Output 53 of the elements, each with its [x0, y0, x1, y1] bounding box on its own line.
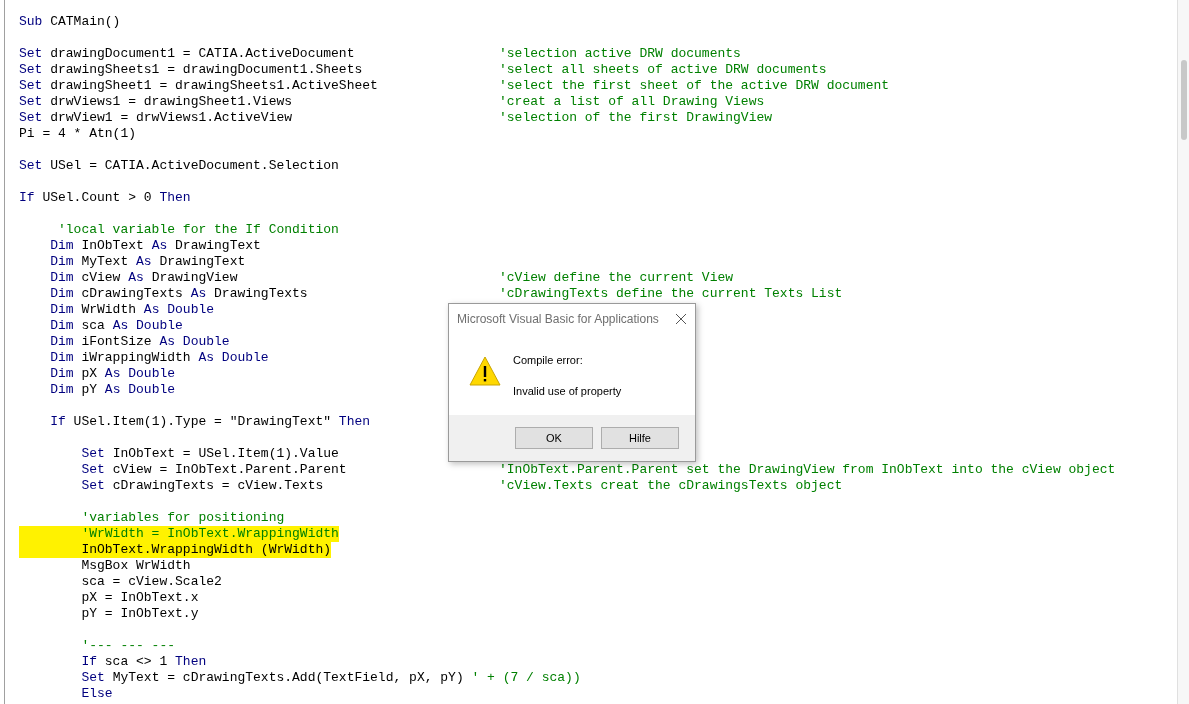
- dialog-button[interactable]: Hilfe: [601, 427, 679, 449]
- code-line: Dim cView As DrawingView: [49, 270, 238, 286]
- code-comment: 'cView define the current View: [499, 270, 734, 286]
- code-line: Dim iFontSize As Double: [49, 334, 230, 350]
- code-line: 'WrWidth = InObText.WrappingWidth: [80, 526, 339, 542]
- code-line: Set MyText = cDrawingTexts.Add(TextField, pX, pY) ' + (7 / sca)): [80, 670, 581, 686]
- code-line: pX = InObText.x: [80, 590, 199, 606]
- code-line: 'local variable for the If Condition: [57, 222, 339, 238]
- code-line: 'variables for positioning: [80, 510, 285, 526]
- code-line: Dim pX As Double: [49, 366, 176, 382]
- code-line: pY = InObText.y: [80, 606, 199, 622]
- code-line: If USel.Count > 0 Then: [19, 190, 191, 206]
- code-line: Set drwViews1 = drawingSheet1.Views: [19, 94, 293, 110]
- scrollbar[interactable]: [1177, 0, 1189, 704]
- code-line: If USel.Item(1).Type = "DrawingText" Then: [49, 414, 371, 430]
- code-line: Dim iWrappingWidth As Double: [49, 350, 269, 366]
- code-line: Dim pY As Double: [49, 382, 176, 398]
- dialog-button[interactable]: OK: [515, 427, 593, 449]
- error-heading: Compile error:: [513, 353, 584, 368]
- code-line: Dim MyText As DrawingText: [49, 254, 246, 270]
- code-line: MsgBox WrWidth: [80, 558, 191, 574]
- code-line: Set InObText = USel.Item(1).Value: [80, 446, 339, 462]
- code-line: Dim WrWidth As Double: [49, 302, 215, 318]
- code-comment: 'selection of the first DrawingView: [499, 110, 773, 126]
- code-line: '--- --- ---: [80, 638, 176, 654]
- code-line: Dim sca As Double: [49, 318, 183, 334]
- code-line: Pi = 4 * Atn(1): [19, 126, 137, 142]
- code-comment: 'creat a list of all Drawing Views: [499, 94, 765, 110]
- dialog-title: Microsoft Visual Basic for Applications: [457, 311, 659, 328]
- code-line: Dim InObText As DrawingText: [49, 238, 261, 254]
- warning-icon: [469, 356, 501, 386]
- code-line: InObText.WrappingWidth (WrWidth): [80, 542, 332, 558]
- code-line: If sca <> 1 Then: [80, 654, 207, 670]
- code-comment: 'selection active DRW documents: [499, 46, 741, 62]
- code-line: Set drwView1 = drwViews1.ActiveView: [19, 110, 293, 126]
- scrollbar-thumb[interactable]: [1181, 60, 1187, 140]
- code-comment: 'select all sheets of active DRW documents: [499, 62, 827, 78]
- code-comment: 'cDrawingTexts define the current Texts List: [499, 286, 843, 302]
- code-line: Set drawingSheets1 = drawingDocument1.Sheets: [19, 62, 363, 78]
- code-line: Sub CATMain(): [19, 14, 121, 30]
- code-comment: 'select the first sheet of the active DRW document: [499, 78, 890, 94]
- code-line: sca = cView.Scale2: [80, 574, 222, 590]
- code-line: Set cView = InObText.Parent.Parent: [80, 462, 347, 478]
- code-line: Dim cDrawingTexts As DrawingTexts: [49, 286, 308, 302]
- code-comment: 'cView.Texts creat the cDrawingsTexts object: [499, 478, 843, 494]
- code-line: Else: [80, 686, 113, 702]
- code-comment: 'InObText.Parent.Parent set the DrawingView from InObText into the cView object: [499, 462, 1116, 478]
- code-line: Set drawingDocument1 = CATIA.ActiveDocument: [19, 46, 355, 62]
- error-message: Invalid use of property: [513, 383, 622, 399]
- close-icon[interactable]: [675, 313, 687, 325]
- code-line: Set USel = CATIA.ActiveDocument.Selection: [19, 158, 339, 174]
- code-line: Set cDrawingTexts = cView.Texts: [80, 478, 324, 494]
- code-line: Set drawingSheet1 = drawingSheets1.ActiveSheet: [19, 78, 378, 94]
